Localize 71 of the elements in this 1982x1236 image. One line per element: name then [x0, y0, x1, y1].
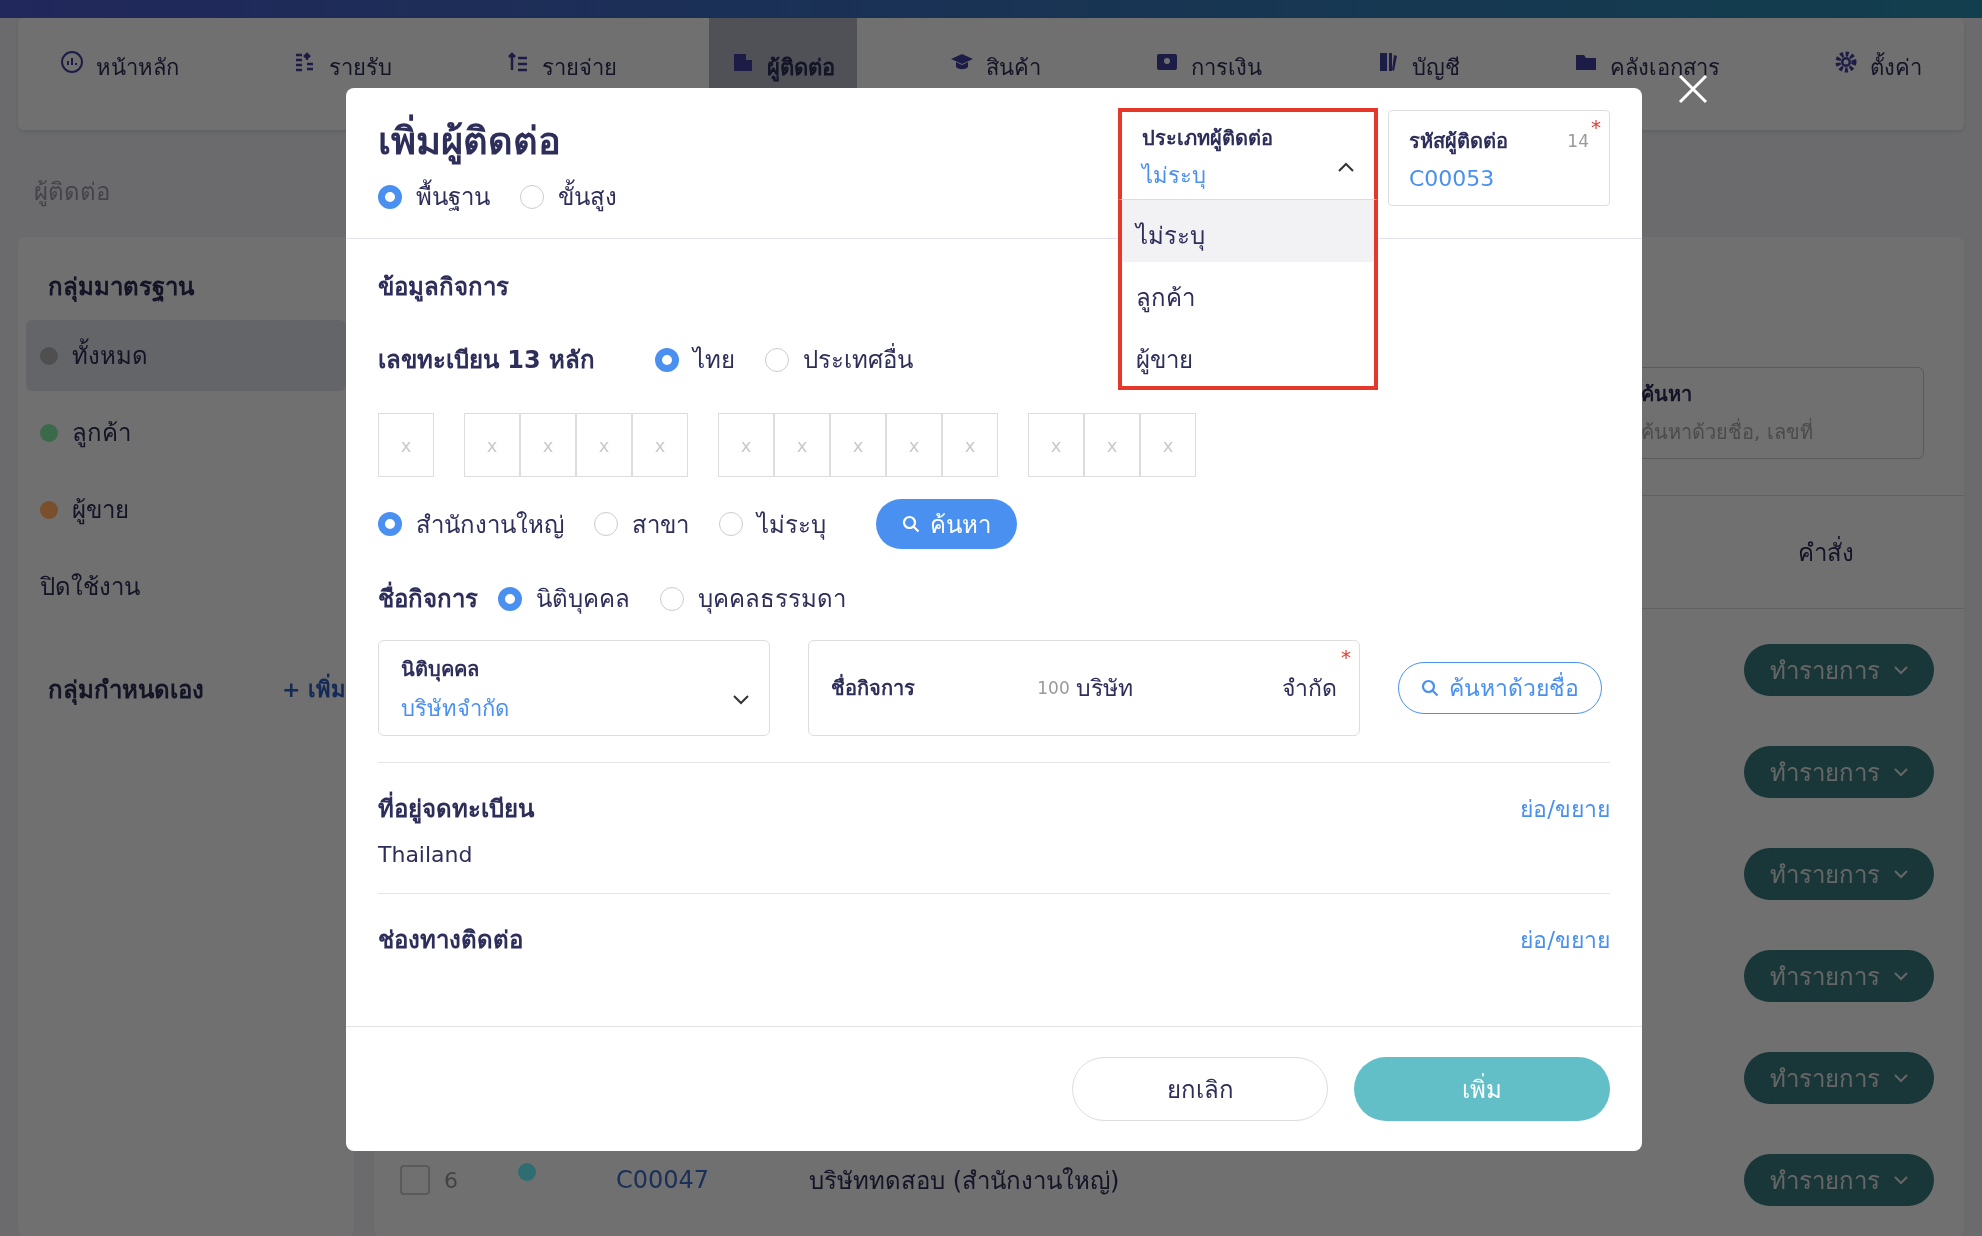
chevron-down-icon: [733, 695, 749, 705]
chevron-down-icon: [1894, 767, 1908, 777]
radio-option[interactable]: พื้นฐาน: [378, 177, 490, 216]
radio-button[interactable]: [719, 512, 743, 536]
action-dropdown-button[interactable]: ทำรายการ: [1744, 848, 1934, 900]
radio-button[interactable]: [765, 347, 790, 372]
contact-name: บริษัททดสอบ (สำนักงานใหญ่): [809, 1165, 1121, 1197]
contact-type-dropdown[interactable]: ประเภทผู้ติดต่อ ไม่ระบุ: [1118, 108, 1378, 200]
section-heading: ที่อยู่จดทะเบียน: [378, 789, 534, 828]
search-button[interactable]: ค้นหา: [876, 499, 1017, 549]
collapse-toggle-link[interactable]: ย่อ/ขยาย: [1520, 790, 1610, 827]
action-dropdown-button[interactable]: ทำรายการ: [1744, 746, 1934, 798]
nav-tab[interactable]: ตั้งค่า: [1812, 18, 1944, 130]
radio-button[interactable]: [655, 347, 680, 372]
section-heading: ข้อมูลกิจการ: [378, 272, 509, 304]
radio-option[interactable]: ไม่ระบุ: [719, 504, 826, 544]
radio-option[interactable]: ประเทศอื่น: [765, 340, 914, 379]
radio-option[interactable]: ไทย: [655, 340, 736, 379]
dropdown-option[interactable]: ลูกค้า: [1122, 262, 1374, 324]
close-icon[interactable]: [1678, 74, 1708, 104]
dropdown-option[interactable]: ผู้ขาย: [1122, 324, 1374, 386]
group-item[interactable]: ปิดใช้งาน: [26, 551, 346, 622]
settings-icon: [1834, 50, 1858, 74]
search-icon: [1421, 679, 1439, 697]
radio-button[interactable]: [378, 184, 402, 209]
radio-button[interactable]: [498, 586, 522, 611]
action-dropdown-button[interactable]: ทำรายการ: [1744, 950, 1934, 1002]
action-dropdown-button[interactable]: ทำรายการ: [1744, 644, 1934, 696]
address-text: Thailand: [378, 842, 474, 867]
required-mark: *: [1591, 115, 1601, 139]
radio-button[interactable]: [594, 512, 618, 536]
contact-code-link[interactable]: C00047: [616, 1166, 710, 1194]
chevron-down-icon: [1894, 1073, 1908, 1083]
collapse-toggle-link[interactable]: ย่อ/ขยาย: [1520, 921, 1610, 958]
cancel-button[interactable]: ยกเลิก: [1072, 1057, 1328, 1121]
field-label: เลขทะเบียน 13 หลัก: [378, 345, 596, 376]
nav-tab[interactable]: หน้าหลัก: [38, 18, 201, 130]
radio-button[interactable]: [378, 512, 402, 536]
chevron-down-icon: [1894, 665, 1908, 675]
search-by-name-button[interactable]: ค้นหาด้วยชื่อ: [1398, 662, 1602, 714]
radio-option[interactable]: สำนักงานใหญ่: [378, 504, 564, 544]
chevron-down-icon: [1894, 869, 1908, 879]
radio-button[interactable]: [660, 586, 684, 611]
add-link[interactable]: + เพิ่ม: [281, 672, 346, 707]
field-label: ชื่อกิจการ: [378, 579, 478, 618]
action-dropdown-button[interactable]: ทำรายการ: [1744, 1052, 1934, 1104]
action-dropdown-button[interactable]: ทำรายการ: [1744, 1154, 1934, 1206]
radio-option[interactable]: สาขา: [594, 504, 689, 544]
add-button[interactable]: เพิ่ม: [1354, 1057, 1610, 1121]
radio-option[interactable]: นิติบุคคล: [498, 579, 630, 618]
dialog-title: เพิ่มผู้ติดต่อ: [378, 110, 617, 171]
group-item[interactable]: ลูกค้า: [26, 397, 346, 468]
radio-button[interactable]: [520, 184, 544, 209]
business-name-field[interactable]: ชื่อกิจการ 100 * บริษัท จำกัด: [808, 640, 1360, 736]
entity-type-select[interactable]: นิติบุคคล บริษัทจำกัด: [378, 640, 770, 736]
dropdown-option[interactable]: ไม่ระบุ: [1122, 200, 1374, 262]
search-icon: [902, 515, 920, 533]
radio-option[interactable]: บุคคลธรรมดา: [660, 579, 846, 618]
chevron-up-icon: [1338, 162, 1354, 172]
column-header: คำสั่ง: [1798, 535, 1854, 569]
nav-tab[interactable]: สินค้า: [927, 18, 1063, 130]
group-item[interactable]: ทั้งหมด: [26, 320, 346, 391]
chart-icon: [60, 50, 84, 74]
chevron-down-icon: [1894, 1175, 1908, 1185]
chevron-down-icon: [1894, 971, 1908, 981]
radio-option[interactable]: ขั้นสูง: [520, 177, 617, 216]
group-item[interactable]: ผู้ขาย: [26, 474, 346, 545]
required-mark: *: [1341, 645, 1351, 669]
group-heading: กลุ่มมาตรฐาน: [47, 272, 196, 304]
group-heading: กลุ่มกำหนดเอง: [47, 675, 205, 707]
section-heading: ช่องทางติดต่อ: [378, 925, 523, 956]
